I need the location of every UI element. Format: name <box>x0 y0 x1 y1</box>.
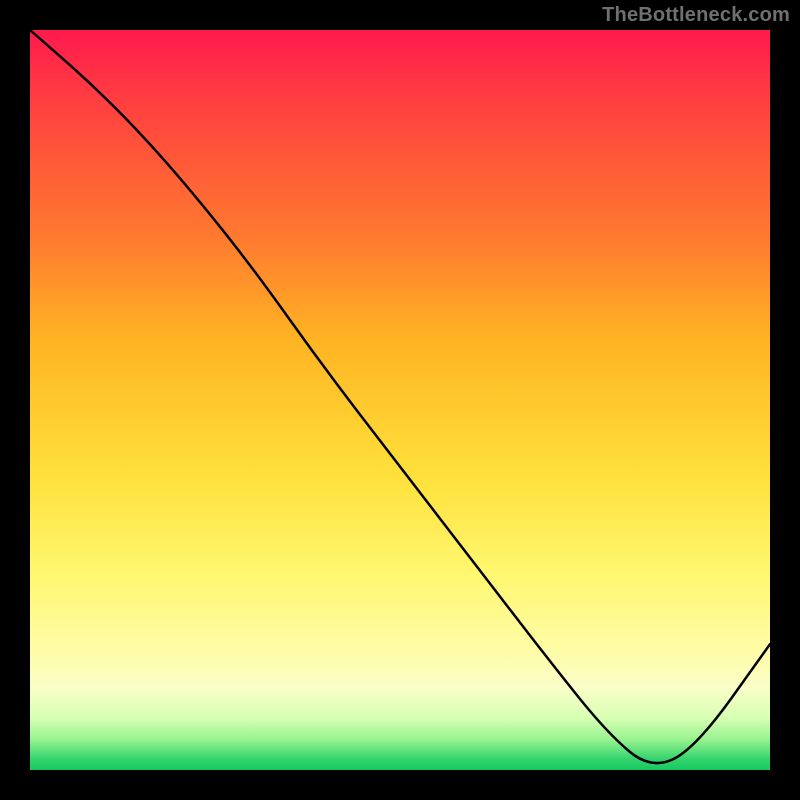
bottleneck-curve <box>30 30 770 770</box>
attribution-text: TheBottleneck.com <box>602 4 790 27</box>
chart-plot-area <box>30 30 770 770</box>
curve-path <box>30 30 770 763</box>
